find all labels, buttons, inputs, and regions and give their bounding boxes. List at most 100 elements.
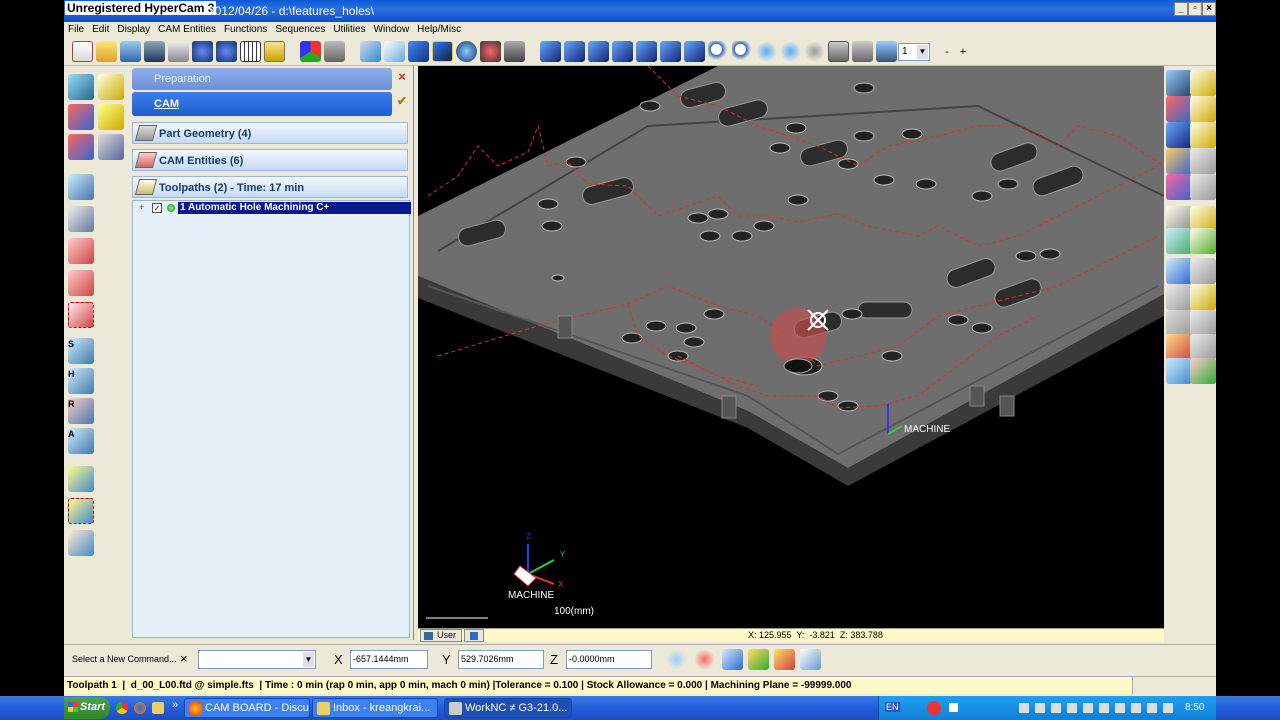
cube-shaded-icon[interactable] xyxy=(408,41,429,62)
snap-surface-icon[interactable] xyxy=(1190,284,1216,310)
simulate-icon[interactable] xyxy=(1166,334,1192,360)
open-folder-icon[interactable] xyxy=(96,41,117,62)
fit-icon[interactable] xyxy=(804,41,825,62)
cube-shaded-edges-icon[interactable] xyxy=(432,41,453,62)
toolpath-icon[interactable] xyxy=(68,466,94,492)
y-coordinate-field[interactable]: 529.7026mm xyxy=(458,650,544,669)
shaded-cube-icon[interactable] xyxy=(1166,174,1192,200)
arrow-icon[interactable] xyxy=(324,41,345,62)
task-inbox[interactable]: Inbox - kreangkrai... xyxy=(312,698,438,718)
restore-button[interactable]: ▫ xyxy=(1188,2,1202,16)
check-plane-icon[interactable] xyxy=(1166,228,1192,254)
feature-icon[interactable] xyxy=(98,104,124,130)
language-indicator[interactable]: EN xyxy=(885,702,900,712)
solid-boolean-icon[interactable] xyxy=(68,238,94,264)
menu-sequences[interactable]: Sequences xyxy=(271,22,329,35)
light-icon[interactable] xyxy=(876,41,897,62)
print-icon[interactable] xyxy=(168,41,189,62)
close-icon[interactable]: × xyxy=(394,69,410,87)
snap-target-icon[interactable] xyxy=(694,649,715,670)
s-tool-icon[interactable]: S xyxy=(68,338,94,364)
plus-button[interactable]: + xyxy=(954,43,972,61)
surface-icon[interactable] xyxy=(68,74,94,100)
firefox-icon[interactable] xyxy=(134,702,146,714)
pick-style-icon[interactable] xyxy=(800,649,821,670)
command-input[interactable]: ▼ xyxy=(198,650,316,669)
solid-box-icon[interactable] xyxy=(68,174,94,200)
edit-geometry-icon[interactable] xyxy=(68,104,94,130)
render-icon[interactable] xyxy=(480,41,501,62)
task-cam-board[interactable]: CAM BOARD - Discu... xyxy=(184,698,310,718)
record-icon[interactable] xyxy=(927,701,941,715)
close-button[interactable]: × xyxy=(1202,2,1216,16)
axis-toggle-icon[interactable] xyxy=(1190,358,1216,384)
section-icon[interactable] xyxy=(828,41,849,62)
curve-icon[interactable] xyxy=(98,74,124,100)
part-geometry-section[interactable]: Part Geometry (4) xyxy=(132,122,408,144)
view-iso-icon[interactable] xyxy=(540,41,561,62)
pick-multi-icon[interactable] xyxy=(748,649,769,670)
solid-cut-icon[interactable] xyxy=(68,270,94,296)
menu-utilities[interactable]: Utilities xyxy=(329,22,369,35)
expand-icon[interactable]: + xyxy=(139,202,144,212)
postprocess-icon[interactable] xyxy=(68,530,94,556)
cam-entities-section[interactable]: CAM Entities (6) xyxy=(132,149,408,171)
menu-help[interactable]: Help/Misc xyxy=(413,22,465,35)
rainbow-cube-icon[interactable] xyxy=(1166,148,1192,174)
menu-file[interactable]: File xyxy=(64,22,88,35)
redo-icon[interactable] xyxy=(216,41,237,62)
cam-header[interactable]: CAM xyxy=(132,92,392,116)
menu-cam-entities[interactable]: CAM Entities xyxy=(154,22,220,35)
view-front-icon[interactable] xyxy=(588,41,609,62)
pick-chain-icon[interactable] xyxy=(774,649,795,670)
blue-cube-icon[interactable] xyxy=(1166,122,1192,148)
cube-wire-icon[interactable] xyxy=(360,41,381,62)
snap-curve-icon[interactable] xyxy=(1190,258,1216,284)
save-icon[interactable] xyxy=(144,41,165,62)
start-button[interactable]: Start xyxy=(64,697,110,719)
tool-icon[interactable] xyxy=(1166,284,1192,310)
tab-user[interactable]: User xyxy=(420,629,462,642)
flag-icon[interactable] xyxy=(1166,258,1192,284)
import-icon[interactable] xyxy=(120,41,141,62)
toolpaths-section[interactable]: Toolpaths (2) - Time: 17 min xyxy=(132,176,408,198)
view-bottom-icon[interactable] xyxy=(684,41,705,62)
snap-edge-icon[interactable] xyxy=(1190,310,1216,336)
a-tool-icon[interactable]: A xyxy=(68,428,94,454)
rotate-icon[interactable] xyxy=(780,41,801,62)
snap-point-icon[interactable] xyxy=(1190,228,1216,254)
pick-point-icon[interactable] xyxy=(666,649,687,670)
tree-item-automatic-hole-machining[interactable]: 1 Automatic Hole Machining C+ xyxy=(178,202,411,214)
h-tool-icon[interactable]: H xyxy=(68,368,94,394)
view-top-icon[interactable] xyxy=(564,41,585,62)
sphere-icon[interactable] xyxy=(456,41,477,62)
snap-center-icon[interactable] xyxy=(1190,148,1216,174)
color-cube-icon[interactable] xyxy=(1166,96,1192,122)
tree-checkbox[interactable]: ✓ xyxy=(152,203,162,213)
menu-display[interactable]: Display xyxy=(113,22,154,35)
grid-icon[interactable] xyxy=(240,41,261,62)
view-cube-icon[interactable] xyxy=(464,629,484,642)
view-right-icon[interactable] xyxy=(612,41,633,62)
pan-icon[interactable] xyxy=(756,41,777,62)
display-icon[interactable] xyxy=(1166,70,1192,96)
minimize-button[interactable]: _ xyxy=(1174,2,1188,16)
view-left-icon[interactable] xyxy=(636,41,657,62)
snap-icon[interactable] xyxy=(1190,70,1216,96)
pick-surface-icon[interactable] xyxy=(722,649,743,670)
undo-icon[interactable] xyxy=(192,41,213,62)
transform-icon[interactable] xyxy=(68,134,94,160)
menu-functions[interactable]: Functions xyxy=(220,22,271,35)
axis-icon[interactable] xyxy=(300,41,321,62)
view-back-icon[interactable] xyxy=(660,41,681,62)
new-icon[interactable] xyxy=(72,41,93,62)
toolpath-select-icon[interactable] xyxy=(68,498,94,524)
holder-icon[interactable] xyxy=(1166,310,1192,336)
computer-icon[interactable] xyxy=(98,134,124,160)
snap-face-icon[interactable] xyxy=(1190,334,1216,360)
layer-select[interactable]: 1 ▼ xyxy=(898,43,930,61)
snap-end-icon[interactable] xyxy=(1190,96,1216,122)
preparation-header[interactable]: Preparation xyxy=(132,68,392,90)
app-icon[interactable] xyxy=(152,702,164,714)
zoom-window-icon[interactable] xyxy=(732,41,753,62)
